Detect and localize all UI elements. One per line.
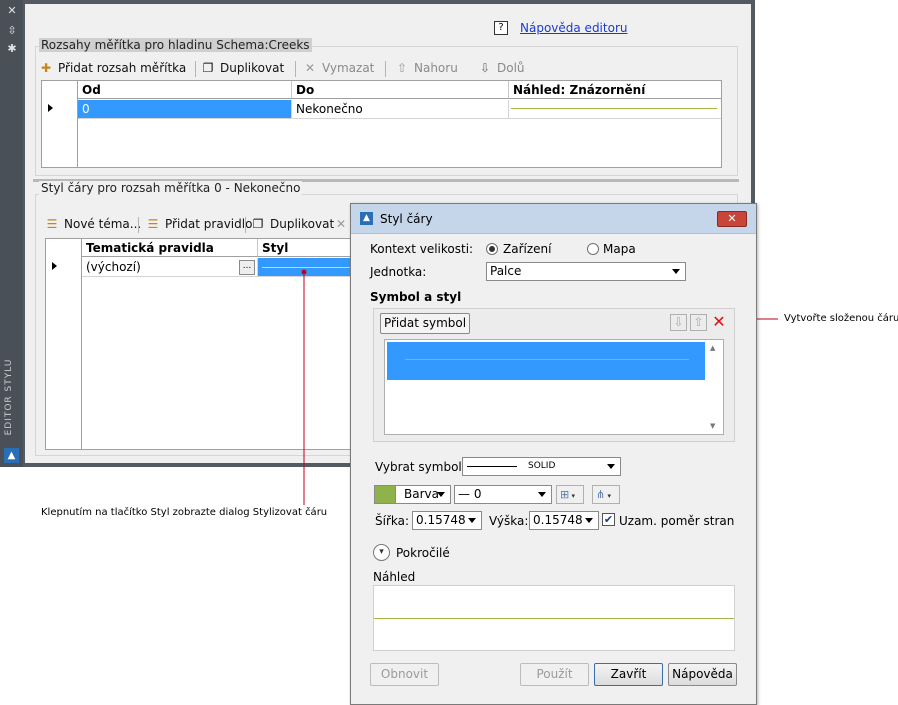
chevron-down-circle-icon[interactable]: ▾ bbox=[373, 544, 390, 561]
symbol-list-item[interactable] bbox=[387, 342, 705, 380]
aspect-lock-checkbox[interactable]: ✔ bbox=[602, 513, 615, 526]
move-symbol-down-icon[interactable]: ⇩ bbox=[670, 314, 687, 331]
preview-box bbox=[373, 585, 735, 651]
context-label: Kontext velikosti: bbox=[370, 242, 474, 256]
chevron-down-icon bbox=[538, 492, 546, 497]
dialog-titlebar[interactable]: ▲ Styl čáry ✕ bbox=[351, 204, 756, 234]
color-swatch[interactable] bbox=[374, 485, 396, 504]
chevron-down-icon bbox=[437, 492, 445, 497]
unit-label: Jednotka: bbox=[370, 265, 427, 279]
radio-device-label[interactable]: Zařízení bbox=[503, 242, 551, 256]
close-button[interactable]: Zavřít bbox=[594, 663, 663, 686]
width-input[interactable]: 0.15748 bbox=[412, 511, 482, 530]
refresh-button[interactable]: Obnovit bbox=[370, 663, 439, 686]
move-symbol-up-icon[interactable]: ⇧ bbox=[690, 314, 707, 331]
radio-map-label[interactable]: Mapa bbox=[603, 242, 636, 256]
color-swatch-fill bbox=[375, 486, 395, 503]
app-logo-icon: ▲ bbox=[360, 212, 373, 225]
select-symbol-combo[interactable]: SOLID bbox=[462, 457, 621, 476]
chevron-down-icon bbox=[468, 518, 476, 523]
preview-line bbox=[374, 618, 734, 619]
height-label: Výška: bbox=[489, 514, 529, 528]
width-label: Šířka: bbox=[375, 514, 410, 528]
height-input[interactable]: 0.15748 bbox=[529, 511, 599, 530]
line-cap-icon[interactable]: ⋔ ▾ bbox=[592, 485, 620, 504]
color-select[interactable]: Barva bbox=[395, 485, 451, 504]
style-callout-dot bbox=[301, 269, 307, 275]
line-join-icon[interactable]: ⊞ ▾ bbox=[556, 485, 584, 504]
solid-line-swatch bbox=[467, 466, 517, 467]
scroll-down-icon[interactable]: ▼ bbox=[710, 422, 720, 430]
help-button[interactable]: Nápověda bbox=[668, 663, 737, 686]
dialog-close-button[interactable]: ✕ bbox=[717, 211, 747, 227]
lineweight-select[interactable]: — 0 bbox=[454, 485, 552, 504]
advanced-label[interactable]: Pokročilé bbox=[396, 546, 450, 560]
callout-compound-line: Vytvořte složenou čáru bbox=[784, 313, 898, 324]
radio-map[interactable] bbox=[587, 243, 599, 255]
remove-symbol-icon[interactable]: ✕ bbox=[710, 313, 728, 331]
scroll-up-icon[interactable]: ▲ bbox=[710, 344, 720, 352]
symbol-line-preview bbox=[405, 359, 689, 360]
unit-select[interactable]: Palce bbox=[486, 262, 686, 281]
callout-style-button: Klepnutím na tlačítko Styl zobrazte dial… bbox=[41, 507, 328, 518]
radio-device[interactable] bbox=[486, 243, 498, 255]
select-symbol-label: Vybrat symbol: bbox=[375, 460, 466, 474]
chevron-down-icon bbox=[672, 269, 680, 274]
aspect-lock-label[interactable]: Uzam. poměr stran bbox=[619, 514, 734, 528]
add-symbol-button[interactable]: Přidat symbol bbox=[380, 313, 470, 334]
preview-label: Náhled bbox=[373, 570, 416, 584]
lineweight-dash: — bbox=[458, 487, 474, 501]
symbol-panel: Přidat symbol ⇩ ⇧ ✕ ▲ ▼ bbox=[373, 308, 735, 442]
dialog-title: Styl čáry bbox=[380, 212, 433, 226]
symbol-style-heading: Symbol a styl bbox=[370, 290, 462, 304]
chevron-down-icon bbox=[585, 518, 593, 523]
line-style-dialog: ▲ Styl čáry ✕ Kontext velikosti: Zařízen… bbox=[350, 203, 757, 705]
chevron-down-icon bbox=[607, 464, 615, 469]
apply-button[interactable]: Použít bbox=[520, 663, 589, 686]
symbol-list: ▲ ▼ bbox=[384, 339, 724, 435]
